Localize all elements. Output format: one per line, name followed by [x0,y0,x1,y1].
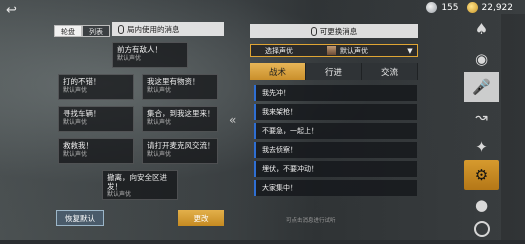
wings-icon[interactable]: ✦ [464,132,499,162]
chevron-down-icon: ▼ [407,46,413,55]
voice-select-value: 默认声优 [340,46,368,55]
voice-actor-select[interactable]: 选择声优 默认声优 ▼ [250,44,418,57]
microphone-icon [118,24,124,34]
in-match-messages-panel: 轮盘 列表 局内使用的消息 前方有敌人！ 默认声优 打的不错！ 默认声优 我这里… [54,22,224,200]
message-text: 前方有敌人！ [117,45,162,54]
message-slot-3[interactable]: 我这里有物资！ 默认声优 [142,74,218,100]
melee-icon[interactable]: ⚙ [464,160,499,190]
message-voice: 默认声优 [63,151,88,158]
message-text: 撤离，向安全区进发！ [107,173,167,191]
list-item[interactable]: 大家集中！ [254,180,417,196]
backpack-icon[interactable]: ◉ [464,44,499,74]
gold-amount: 22,922 [481,2,514,13]
voice-select-label: 选择声优 [265,46,293,55]
replaceable-messages-title-text: 可更换消息 [319,26,358,36]
gear-icon [473,221,490,237]
message-voice: 默认声优 [63,119,88,126]
message-voice: 默认声优 [147,151,172,158]
message-slot-5[interactable]: 集合，到我这里来！ 默认声优 [142,106,218,132]
double-chevron-left-icon: « [229,113,237,127]
message-slot-6[interactable]: 救救我！ 默认声优 [58,138,134,164]
character-icon[interactable]: ♠ [464,14,499,44]
list-item[interactable]: 我去侦察！ [254,142,417,158]
message-text: 打的不错！ [63,77,101,86]
message-text: 我这里有物资！ [147,77,200,86]
list-item[interactable]: 不要急，一起上！ [254,123,417,139]
tab-movement[interactable]: 行进 [306,63,362,80]
list-item[interactable]: 埋伏，不要冲动！ [254,161,417,177]
message-slot-1[interactable]: 前方有敌人！ 默认声优 [112,42,188,68]
message-slot-2[interactable]: 打的不错！ 默认声优 [58,74,134,100]
message-text: 请打开麦克风交流！ [147,141,215,150]
message-category-tabs: 战术 行进 交流 [250,63,418,80]
message-voice: 默认声优 [147,119,172,126]
back-icon[interactable]: ↩ [6,4,20,18]
replaceable-messages-title: 可更换消息 [250,24,418,38]
list-item[interactable]: 我来架枪！ [254,104,417,120]
microphone-icon [310,26,317,36]
message-voice: 默认声优 [147,87,172,94]
silver-amount: 155 [441,2,459,13]
message-voice: 默认声优 [107,191,132,198]
message-slot-8[interactable]: 撤离，向安全区进发！ 默认声优 [102,170,178,200]
in-match-messages-title: 局内使用的消息 [112,22,224,36]
tab-communication[interactable]: 交流 [362,63,418,80]
restore-default-button[interactable]: 恢复默认 [56,210,104,226]
message-slot-7[interactable]: 请打开麦克风交流！ 默认声优 [142,138,218,164]
message-text: 集合，到我这里来！ [147,109,215,118]
list-item[interactable]: 我先冲！ [254,85,417,101]
message-text: 救救我！ [63,141,93,150]
sidebar: ♠ ◉ 🎤 ↝ ✦ ⚙ ● [464,14,499,240]
preview-hint: 可点击消息进行试听 [286,218,336,224]
message-text: 寻找车辆！ [63,109,101,118]
tab-list[interactable]: 列表 [82,25,110,37]
change-button[interactable]: 更改 [178,210,224,226]
rifle-icon[interactable]: ↝ [464,102,499,132]
currency-bar: 155 22,922 [426,2,517,13]
message-voice: 默认声优 [117,55,142,62]
voice-avatar-icon [327,46,336,55]
message-slot-4[interactable]: 寻找车辆！ 默认声优 [58,106,134,132]
gold-coin-icon [466,2,478,13]
tab-tactics[interactable]: 战术 [250,63,306,80]
in-match-messages-title-text: 局内使用的消息 [127,24,180,34]
sidebar-right-strip [501,14,525,240]
microphone-icon[interactable]: 🎤 [464,72,499,102]
tab-wheel[interactable]: 轮盘 [54,25,82,37]
message-voice: 默认声优 [63,87,88,94]
silver-coin-icon [426,2,438,13]
